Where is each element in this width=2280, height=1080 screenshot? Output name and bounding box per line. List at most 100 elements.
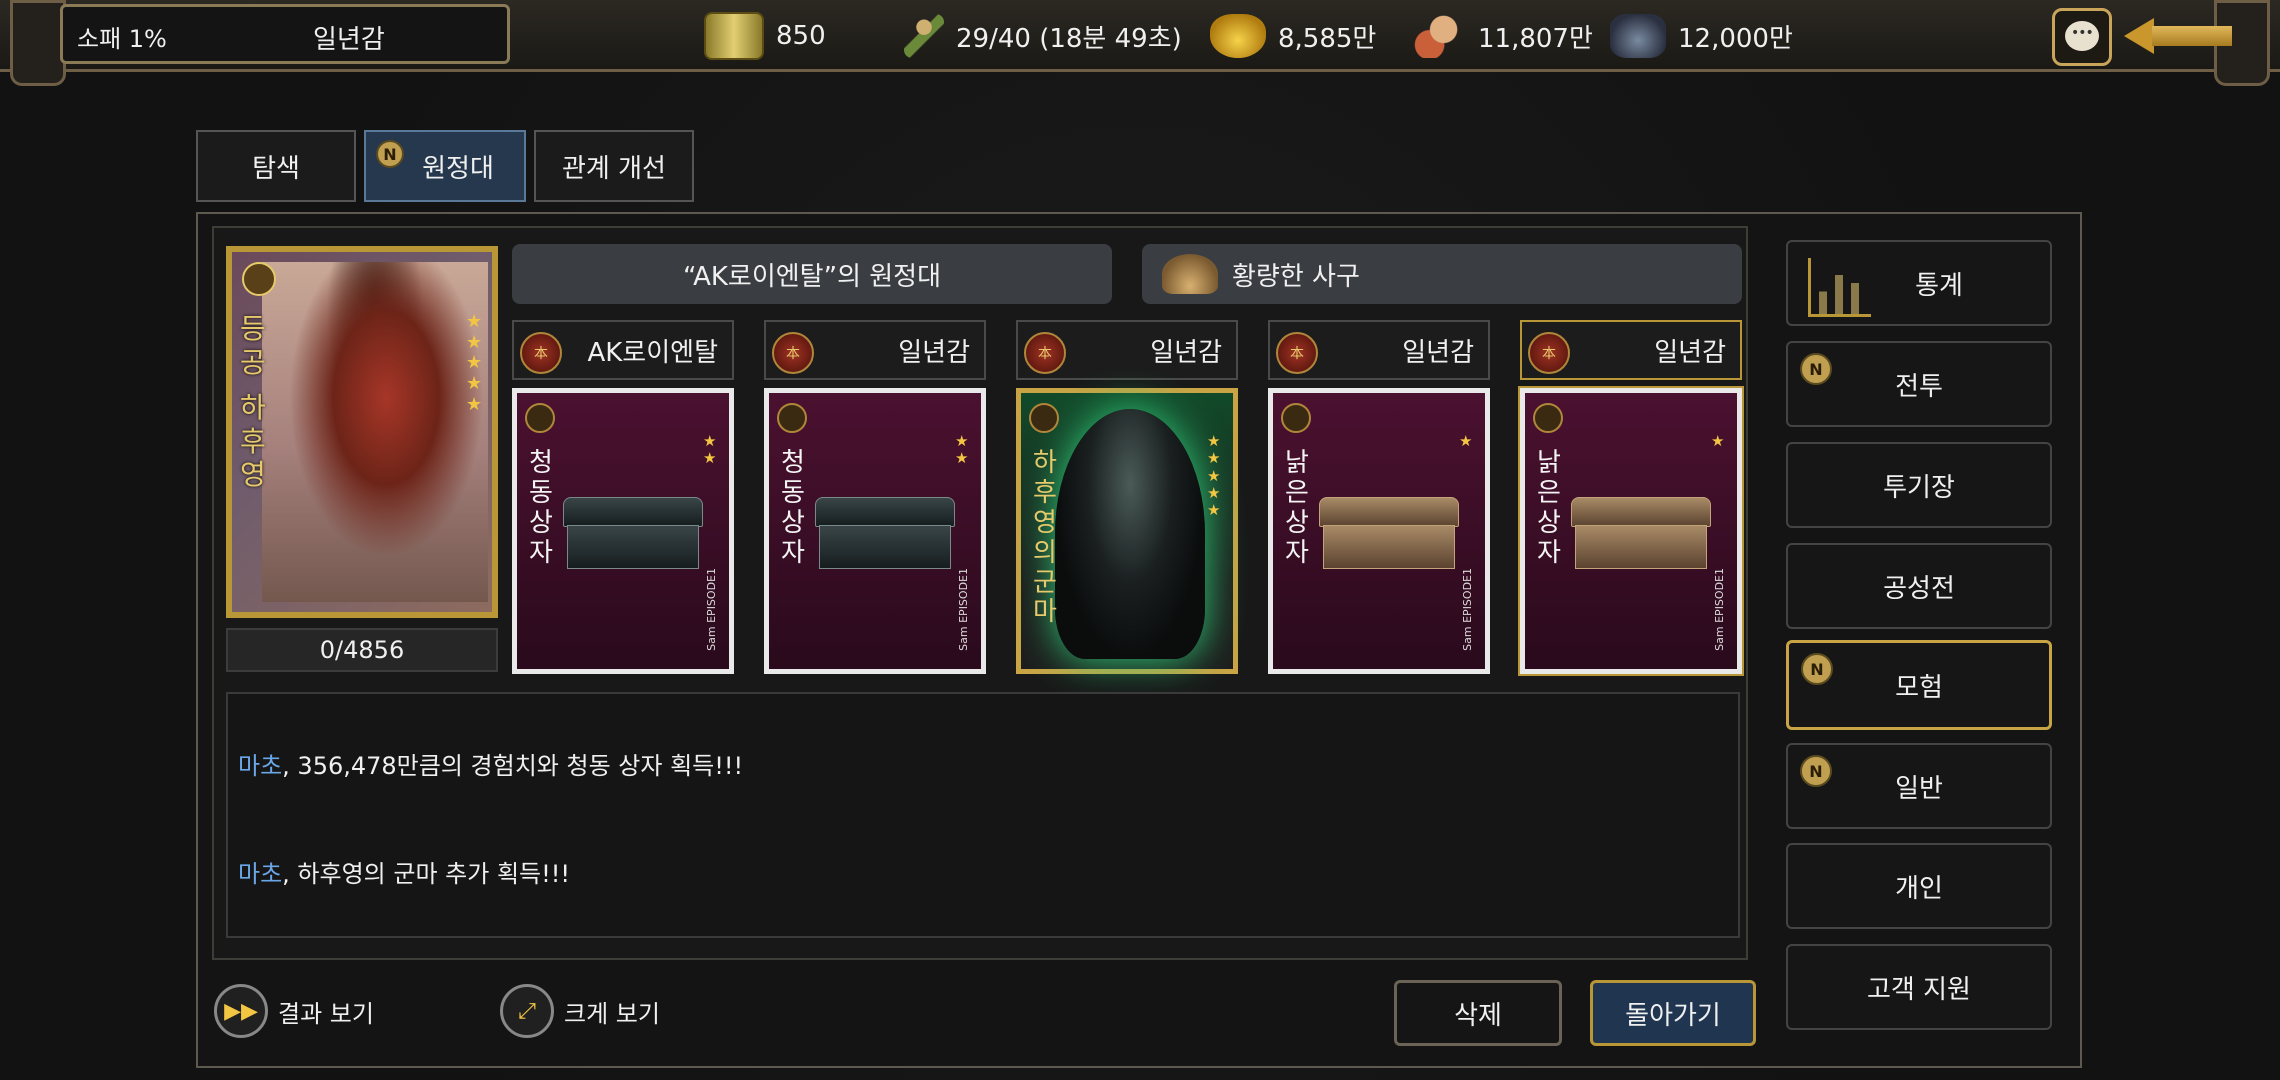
- new-badge: N: [1800, 755, 1832, 787]
- sidebar-item-label: 개인: [1895, 873, 1943, 904]
- scroll-icon: [704, 12, 764, 60]
- sidebar-item-support[interactable]: 고객 지원: [1786, 944, 2052, 1030]
- emblem-icon: 本: [1528, 332, 1570, 374]
- hero-count: 0/4856: [226, 628, 498, 672]
- sidebar-item-siege[interactable]: 공성전: [1786, 543, 2052, 629]
- arrow-shaft: [2152, 26, 2232, 46]
- hero-title: 등공: [240, 312, 266, 379]
- bronze-chest-image: [563, 497, 703, 577]
- back-button[interactable]: 돌아가기: [1590, 980, 1756, 1046]
- player-name: 일년감: [313, 25, 385, 55]
- item-card-name: 하후영의군마: [1033, 448, 1057, 628]
- sidebar-item-label: 고객 지원: [1867, 974, 1971, 1005]
- log-player[interactable]: 마초: [238, 860, 282, 888]
- frame-corner-left: [10, 0, 66, 86]
- expand-icon[interactable]: ⤢: [500, 984, 554, 1038]
- sidebar-item-label: 투기장: [1883, 472, 1955, 503]
- sidebar-item-label: 통계: [1915, 270, 1963, 301]
- player-info-box[interactable]: 소패 1% 일년감: [60, 4, 510, 64]
- desert-dune-icon: [1162, 254, 1218, 294]
- medal-icon: [777, 403, 807, 433]
- episode-mark: Sam EPISODE1: [705, 568, 718, 651]
- sidebar-item-adventure[interactable]: N 모험: [1786, 640, 2052, 730]
- chart-icon: [1808, 258, 1871, 317]
- sidebar-item-arena[interactable]: 투기장: [1786, 442, 2052, 528]
- resource-scroll: 850: [704, 10, 826, 62]
- sidebar-item-label: 전투: [1895, 371, 1943, 402]
- new-badge: N: [376, 140, 404, 168]
- old-chest-image: [1319, 497, 1459, 577]
- resource-value: 850: [776, 21, 826, 51]
- member-name: 本 일년감: [764, 320, 986, 380]
- medal-icon: [242, 262, 276, 296]
- new-badge: N: [1800, 353, 1832, 385]
- emblem-icon: 本: [1024, 332, 1066, 374]
- item-stars: ★: [1711, 432, 1725, 450]
- item-card-name: 낡은상자: [1537, 448, 1561, 568]
- item-card[interactable]: 낡은상자 ★ Sam EPISODE1: [1268, 388, 1490, 674]
- player-rank: 소패 1%: [77, 25, 167, 53]
- member-name: 本 일년감: [1520, 320, 1742, 380]
- expedition-title-bar: “AK로이엔탈”의 원정대: [512, 244, 1112, 304]
- tab-expedition[interactable]: N 원정대: [364, 130, 526, 202]
- zoom-view-label[interactable]: 크게 보기: [564, 994, 660, 1029]
- runner-stamina-icon: [904, 14, 944, 58]
- tab-label: 탐색: [252, 153, 300, 184]
- back-arrow-icon[interactable]: [2124, 18, 2232, 54]
- destination-name: 황량한 사구: [1232, 261, 1360, 292]
- warhorse-image: [1055, 409, 1205, 659]
- resource-value: 29/40 (18분 49초): [956, 23, 1182, 54]
- result-view-label[interactable]: 결과 보기: [278, 994, 374, 1029]
- sidebar-item-battle[interactable]: N 전투: [1786, 341, 2052, 427]
- member-name-text: 일년감: [1150, 337, 1222, 368]
- member-name: 本 일년감: [1268, 320, 1490, 380]
- item-stars: ★ ★: [955, 432, 969, 468]
- resource-stamina: 29/40 (18분 49초): [904, 10, 1182, 62]
- sidebar-item-general[interactable]: N 일반: [1786, 743, 2052, 829]
- sidebar-item-label: 모험: [1895, 672, 1943, 703]
- item-stars: ★ ★ ★ ★ ★: [1207, 432, 1221, 519]
- chat-button[interactable]: [2052, 8, 2112, 66]
- food-meat-icon: [1410, 14, 1466, 58]
- medal-icon: [1533, 403, 1563, 433]
- episode-mark: Sam EPISODE1: [1713, 568, 1726, 651]
- item-card-name: 청동상자: [529, 448, 553, 568]
- emblem-icon: 本: [520, 332, 562, 374]
- item-card[interactable]: 하후영의군마 ★ ★ ★ ★ ★: [1016, 388, 1238, 674]
- item-card[interactable]: 청동상자 ★ ★ Sam EPISODE1: [764, 388, 986, 674]
- log-player[interactable]: 마초: [238, 752, 282, 780]
- hero-count-text: 0/4856: [319, 636, 405, 664]
- sidebar-item-label: 일반: [1895, 773, 1943, 804]
- tab-label: 원정대: [422, 153, 494, 184]
- emblem-icon: 本: [1276, 332, 1318, 374]
- tab-explore[interactable]: 탐색: [196, 130, 356, 202]
- hero-stars: ★ ★ ★ ★ ★: [466, 311, 483, 415]
- hero-portrait: [262, 262, 488, 602]
- emblem-icon: 本: [772, 332, 814, 374]
- resource-gold: 8,585만: [1210, 10, 1376, 62]
- back-label: 돌아가기: [1625, 1000, 1721, 1031]
- expedition-title: “AK로이엔탈”의 원정대: [682, 261, 942, 292]
- new-badge: N: [1801, 653, 1833, 685]
- log-text: , 하후영의 군마 추가 획득!!!: [282, 860, 570, 888]
- resource-value: 11,807만: [1478, 23, 1593, 54]
- tab-relations[interactable]: 관계 개선: [534, 130, 694, 202]
- arrow-head: [2124, 18, 2154, 54]
- medal-icon: [1281, 403, 1311, 433]
- member-name: 本 AK로이엔탈: [512, 320, 734, 380]
- old-chest-image: [1571, 497, 1711, 577]
- sidebar-item-stats[interactable]: 통계: [1786, 240, 2052, 326]
- item-card[interactable]: 청동상자 ★ ★ Sam EPISODE1: [512, 388, 734, 674]
- item-stars: ★: [1459, 432, 1473, 450]
- hero-card[interactable]: 등공 하후영 ★ ★ ★ ★ ★: [226, 246, 498, 618]
- hero-name: 하후영: [240, 391, 266, 492]
- delete-button[interactable]: 삭제: [1394, 980, 1562, 1046]
- episode-mark: Sam EPISODE1: [1461, 568, 1474, 651]
- sidebar-item-personal[interactable]: 개인: [1786, 843, 2052, 929]
- item-card[interactable]: 낡은상자 ★ Sam EPISODE1: [1520, 388, 1742, 674]
- fast-forward-icon[interactable]: ▶▶: [214, 984, 268, 1038]
- member-name: 本 일년감: [1016, 320, 1238, 380]
- destination-bar: 황량한 사구: [1142, 244, 1742, 304]
- chat-icon: [2065, 21, 2099, 51]
- item-card-name: 청동상자: [781, 448, 805, 568]
